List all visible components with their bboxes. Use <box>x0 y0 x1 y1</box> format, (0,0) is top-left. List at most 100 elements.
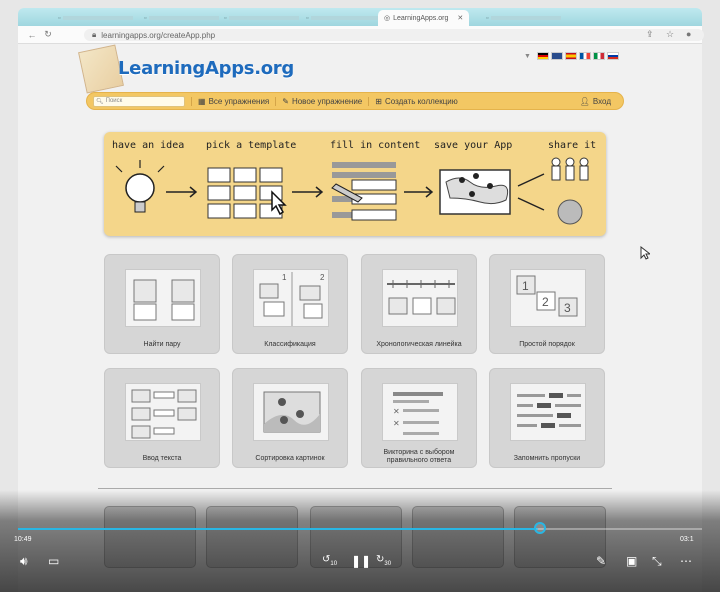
lightbulb-icon <box>115 160 165 213</box>
edit-pencil-icon[interactable]: ✎ <box>596 554 606 568</box>
address-bar: ← ↻ 🔒︎ learningapps.org/createApp.php ⇪ … <box>18 26 704 44</box>
form-fields-icon <box>331 162 397 221</box>
template-label: Найти пару <box>143 341 181 348</box>
language-selector[interactable]: ▼ <box>524 52 619 60</box>
tab-label: LearningApps.org <box>393 14 449 22</box>
nav-create-collection[interactable]: ⊞ Создать коллекцию <box>368 96 464 106</box>
more-options-icon[interactable]: ⋯ <box>680 554 692 568</box>
tab-background[interactable]: ▫ <box>218 10 305 26</box>
skip-back-button[interactable]: ↺10 <box>322 554 337 567</box>
main-navbar: 🔍︎ Поиск ▦ Все упражнения ✎ Новое упражн… <box>86 92 624 110</box>
template-card-picture-sorting[interactable]: Сортировка картинок <box>232 368 348 468</box>
tab-favicon-icon: ▫ <box>144 14 147 22</box>
tab-background[interactable]: ▫ <box>52 10 139 26</box>
bookmark-star-icon[interactable]: ☆ <box>666 29 674 40</box>
flag-it-icon[interactable] <box>592 52 605 60</box>
site-logo[interactable]: LearningApps.org <box>118 58 294 79</box>
search-placeholder: Поиск <box>105 98 123 104</box>
learningapps-favicon-icon: ◎ <box>384 15 391 22</box>
miniplayer-icon[interactable]: ▣ <box>626 554 637 568</box>
picture-sorting-icon <box>253 383 329 441</box>
template-label: Викторина с выбором правильного ответа <box>383 449 455 464</box>
fill-gaps-icon <box>510 383 586 441</box>
elapsed-time: 10:49 <box>14 536 32 543</box>
video-player-controls <box>0 490 720 592</box>
arrow-icon <box>517 173 545 211</box>
mouse-pointer-icon <box>640 246 650 260</box>
quiz-icon: ✕ ✕ <box>382 383 458 441</box>
tab-favicon-icon: ▫ <box>224 14 227 22</box>
flag-ru-icon[interactable] <box>606 52 619 60</box>
tab-background[interactable]: ▫ <box>300 10 387 26</box>
tab-background[interactable]: ▫ <box>138 10 225 26</box>
svg-text:3: 3 <box>564 301 571 315</box>
close-tab-icon[interactable]: ✕ <box>457 14 463 22</box>
template-card-pair-matching[interactable]: Найти пару <box>104 254 220 354</box>
flag-es-icon[interactable] <box>564 52 577 60</box>
lock-icon: 🔒︎ <box>92 30 97 39</box>
how-it-works-banner: have an idea pick a template fill in con… <box>104 132 606 236</box>
captions-icon[interactable]: ▭ <box>48 554 59 568</box>
tab-background[interactable]: ▫ <box>480 10 567 26</box>
template-card-fill-gaps[interactable]: Запомнить пропуски <box>489 368 605 468</box>
exit-fullscreen-icon[interactable]: ⤡ <box>652 554 662 569</box>
tab-favicon-icon: ▫ <box>306 14 309 22</box>
url-field[interactable]: 🔒︎ learningapps.org/createApp.php <box>84 29 704 41</box>
user-icon: 👤︎ <box>579 96 590 106</box>
skip-back-label: 10 <box>330 561 338 567</box>
url-text: learningapps.org/createApp.php <box>101 30 216 40</box>
tab-favicon-icon: ▫ <box>486 14 489 22</box>
template-card-text-input[interactable]: Ввод текста <box>104 368 220 468</box>
template-label: Сортировка картинок <box>255 455 325 462</box>
flag-de-icon[interactable] <box>536 52 549 60</box>
svg-text:1: 1 <box>282 273 287 282</box>
login-label: Вход <box>592 96 611 106</box>
login-button[interactable]: 👤︎ Вход <box>580 97 611 106</box>
search-input[interactable]: 🔍︎ Поиск <box>93 95 185 107</box>
nav-label: Создать коллекцию <box>384 96 458 106</box>
banner-illustration <box>115 157 589 225</box>
skip-forward-label: 30 <box>384 561 392 567</box>
reload-icon[interactable]: ↻ <box>40 29 56 40</box>
arrow-icon <box>292 186 324 198</box>
template-label: Простой порядок <box>519 341 575 348</box>
svg-text:2: 2 <box>320 273 325 282</box>
flag-en-icon[interactable] <box>550 52 563 60</box>
pair-matching-icon <box>125 269 201 327</box>
volume-icon[interactable]: 🔊︎ <box>20 554 28 569</box>
seek-bar[interactable] <box>18 528 702 530</box>
template-card-quiz[interactable]: ✕ ✕ Викторина с выбором правильного ответ… <box>361 368 477 468</box>
timeline-icon <box>382 269 458 327</box>
share-icon[interactable]: ⇪ <box>646 29 654 40</box>
tab-learningapps[interactable]: ◎ LearningApps.org ✕ <box>378 10 470 26</box>
nav-all-exercises[interactable]: ▦ Все упражнения <box>191 96 275 106</box>
arrow-icon <box>404 186 434 198</box>
seek-handle[interactable] <box>534 522 546 534</box>
chevron-down-icon[interactable]: ▼ <box>524 53 531 60</box>
template-label: Ввод текста <box>142 455 182 462</box>
pause-button[interactable]: ❚❚ <box>351 554 371 568</box>
svg-text:1: 1 <box>522 279 529 293</box>
svg-text:2: 2 <box>542 295 549 309</box>
profile-icon[interactable]: ● <box>686 29 691 39</box>
nav-label: Все упражнения <box>208 96 270 106</box>
seek-bar-fill <box>18 528 538 530</box>
back-icon[interactable]: ← <box>24 30 40 40</box>
map-pins-icon <box>439 169 511 215</box>
flag-fr-icon[interactable] <box>578 52 591 60</box>
template-card-timeline[interactable]: Хронологическая линейка <box>361 254 477 354</box>
template-label: Классификация <box>264 341 316 348</box>
globe-icon <box>557 199 583 225</box>
tab-strip: ▫ ▫ ▫ ▫ ◎ LearningApps.org ✕ ▫ <box>18 8 702 26</box>
svg-text:✕: ✕ <box>393 407 400 416</box>
nav-label: Новое упражнение <box>291 96 363 106</box>
skip-forward-button[interactable]: ↻30 <box>376 554 391 567</box>
template-card-classification[interactable]: 12 Классификация <box>232 254 348 354</box>
svg-text:✕: ✕ <box>393 419 400 428</box>
classification-icon: 12 <box>253 269 329 327</box>
nav-new-exercise[interactable]: ✎ Новое упражнение <box>275 96 368 106</box>
template-grid-icon <box>207 167 287 219</box>
template-card-simple-order[interactable]: 12 3 Простой порядок <box>489 254 605 354</box>
template-label: Запомнить пропуски <box>513 455 581 462</box>
search-icon: 🔍︎ <box>96 98 104 105</box>
